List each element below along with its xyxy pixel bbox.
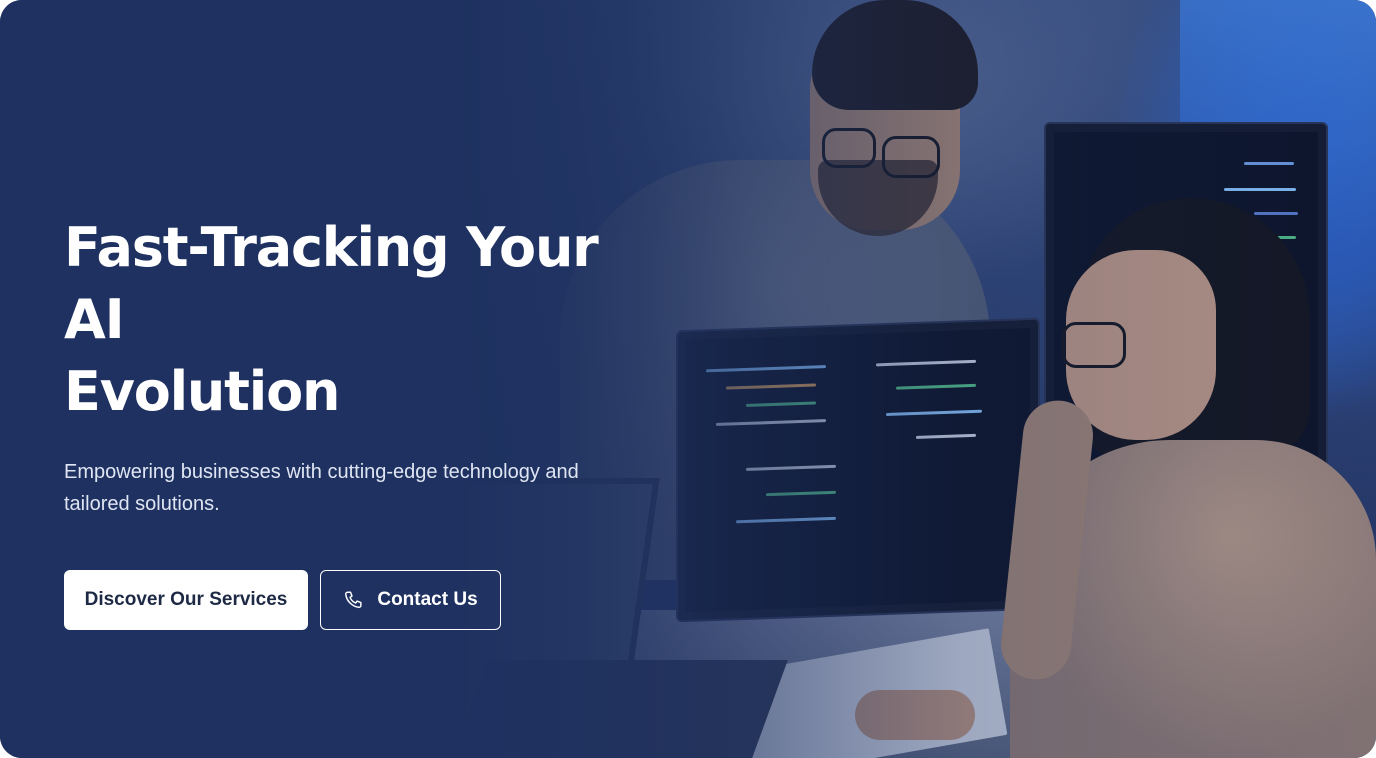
discover-services-label: Discover Our Services <box>84 589 288 610</box>
contact-us-label: Contact Us <box>377 589 478 610</box>
hero-title-line-1: Fast-Tracking Your AI <box>64 216 599 351</box>
hero-subtitle: Empowering businesses with cutting-edge … <box>64 461 579 515</box>
hero-actions: Discover Our Services Contact Us <box>64 570 664 630</box>
hero-title: Fast-Tracking Your AI Evolution <box>64 212 664 428</box>
phone-icon <box>345 591 362 609</box>
discover-services-button[interactable]: Discover Our Services <box>64 570 308 630</box>
hero-title-line-2: Evolution <box>64 360 340 423</box>
contact-us-button[interactable]: Contact Us <box>320 570 501 630</box>
hero-content: Fast-Tracking Your AI Evolution Empoweri… <box>64 212 664 630</box>
hero-section: Fast-Tracking Your AI Evolution Empoweri… <box>0 0 1376 758</box>
